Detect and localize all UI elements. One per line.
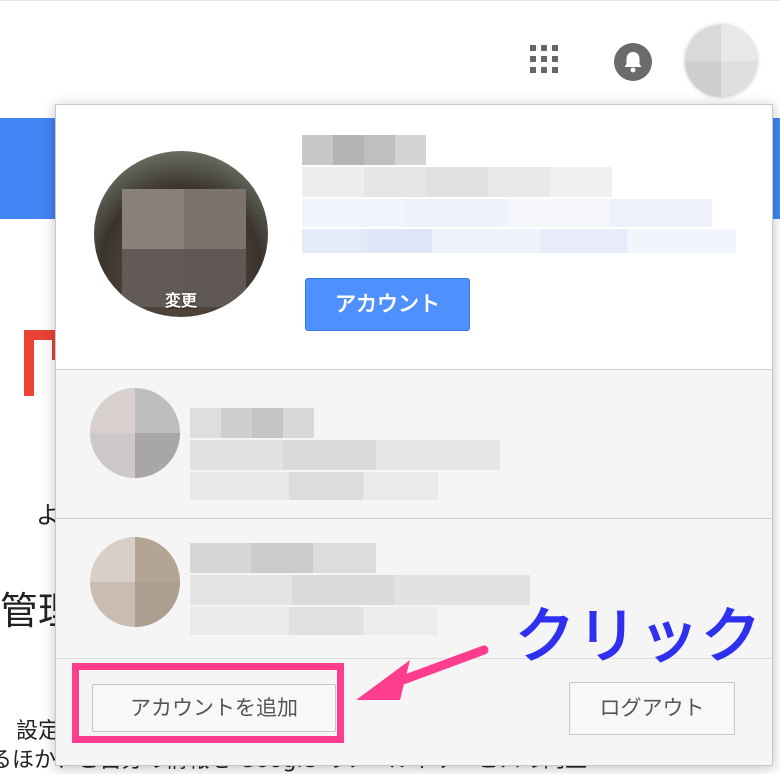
account-button[interactable]: アカウント <box>305 278 470 331</box>
current-account-section: 変更 アカウント <box>56 105 772 370</box>
change-photo-label[interactable]: 変更 <box>94 287 268 311</box>
top-bar <box>0 0 780 119</box>
background-text: 設定 <box>16 719 61 744</box>
header-avatar[interactable] <box>685 25 757 97</box>
pointer-arrow-icon <box>356 645 489 700</box>
logout-button[interactable]: ログアウト <box>569 682 735 735</box>
account-avatar <box>90 388 180 478</box>
bell-icon[interactable] <box>614 43 652 81</box>
apps-grid-icon[interactable] <box>530 45 562 77</box>
click-annotation-label: クリック <box>515 602 763 672</box>
profile-photo[interactable]: 変更 <box>94 151 268 317</box>
account-avatar <box>90 537 180 627</box>
other-account-item[interactable] <box>56 370 772 519</box>
highlight-box <box>72 663 344 743</box>
